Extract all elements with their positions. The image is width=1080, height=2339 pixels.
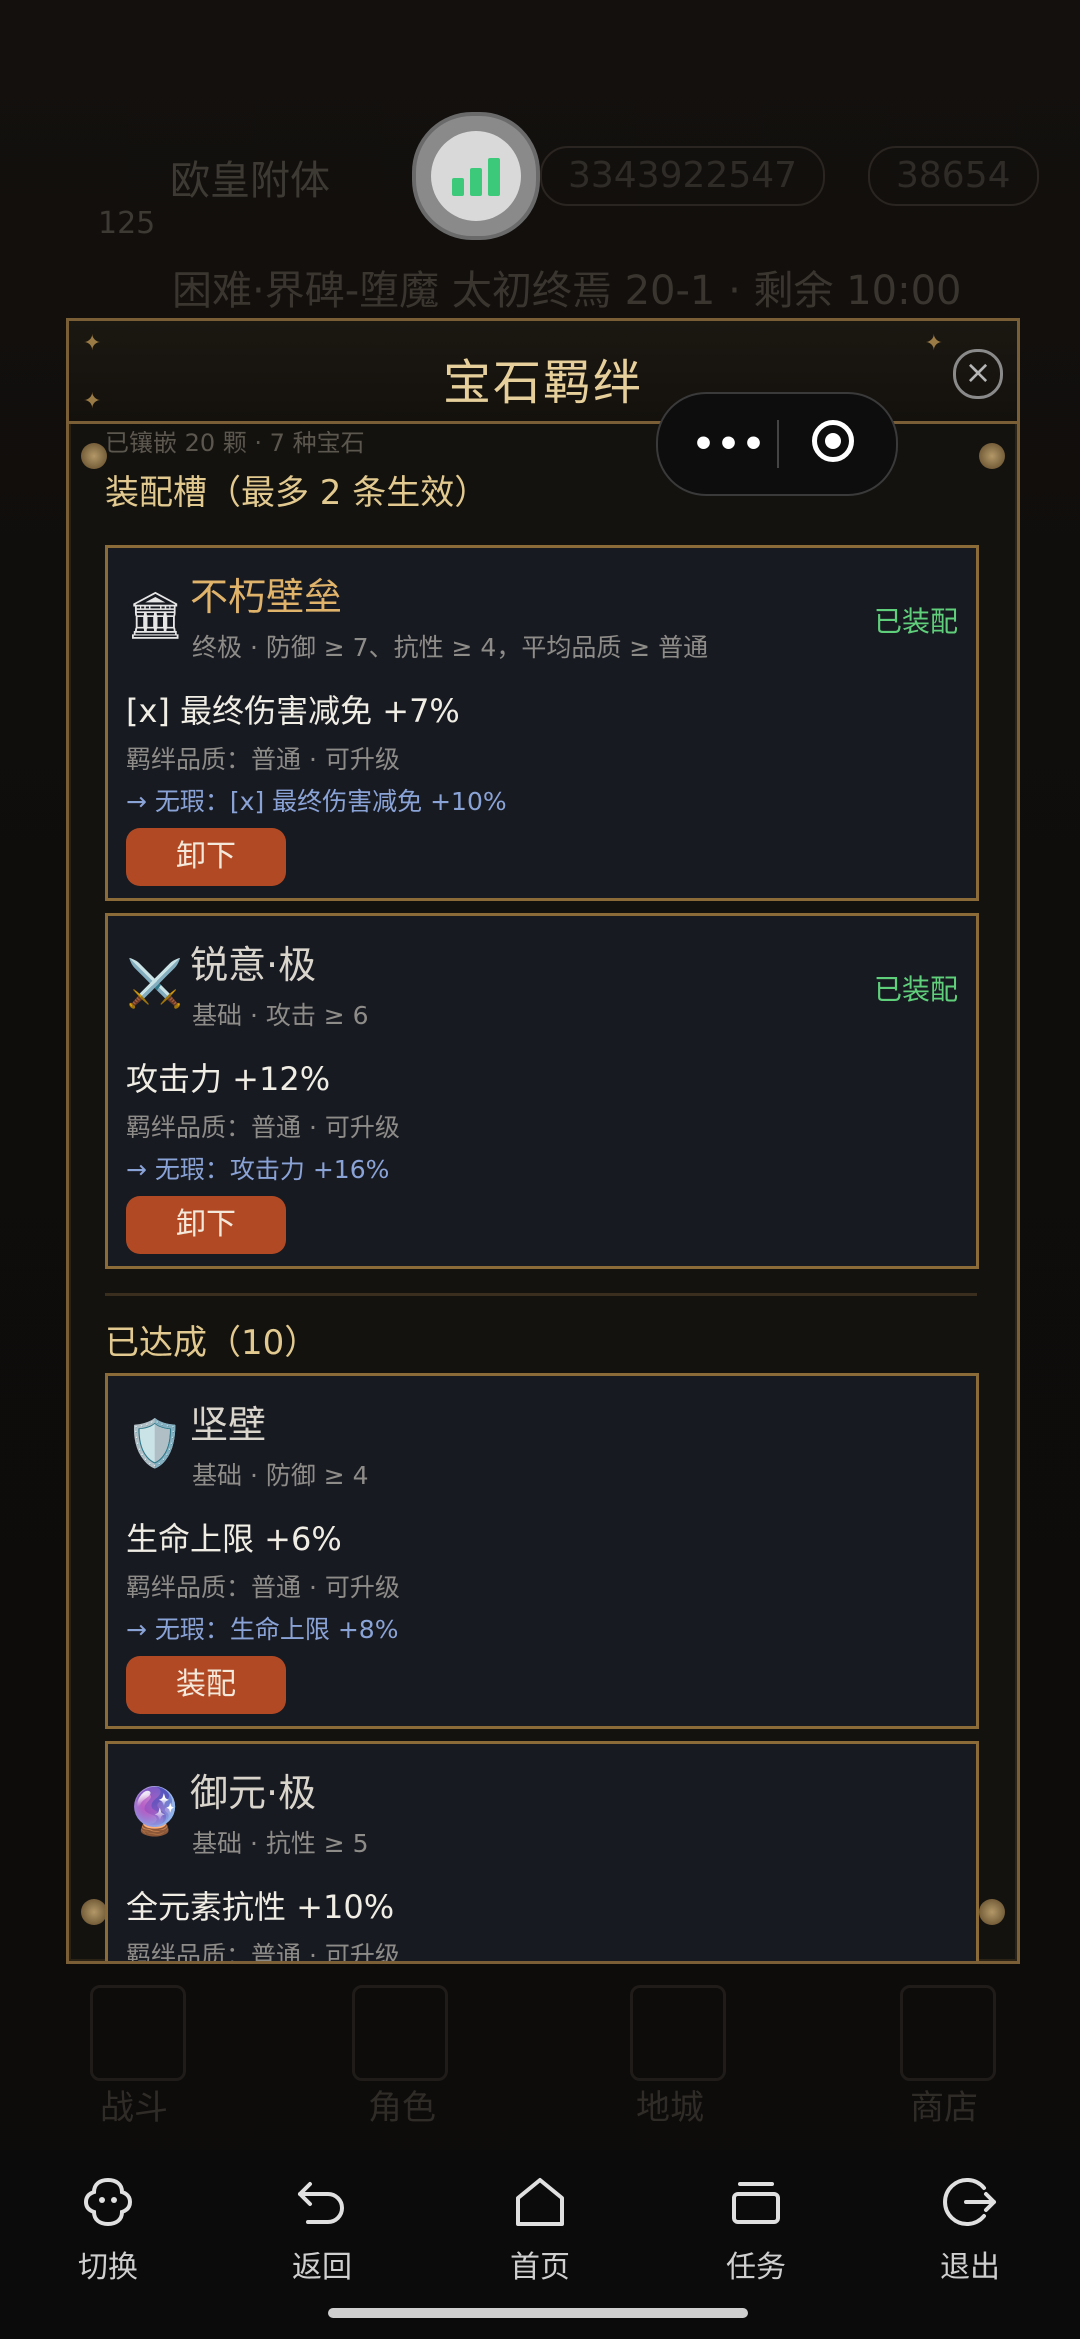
nav-dungeon: 地城: [636, 2088, 704, 2128]
bond-card-immortal-bastion: 🏛 不朽壁垒 终极 · 防御 ≥ 7、抗性 ≥ 4，平均品质 ≥ 普通 已装配 …: [105, 545, 979, 901]
shield-icon: 🛡️: [126, 1416, 184, 1470]
capsule-divider: [777, 420, 779, 468]
unequip-button[interactable]: 卸下: [126, 1196, 286, 1254]
rivet-icon: [81, 1899, 107, 1925]
section-divider: [105, 1293, 977, 1296]
equipped-status: 已装配: [873, 605, 958, 638]
bond-effect: [x] 最终伤害减免 +7%: [126, 692, 460, 730]
crossed-swords-icon: ⚔️: [126, 956, 184, 1010]
currency-gem: 38654: [868, 146, 1039, 206]
home-icon: [516, 2178, 564, 2226]
achieved-section-title: 已达成（10）: [105, 1323, 319, 1363]
close-miniprogram-icon[interactable]: [812, 420, 854, 462]
tasks-icon: [732, 2182, 780, 2224]
nav-battle: 战斗: [100, 2088, 168, 2128]
bond-card-keen-edge: ⚔️ 锐意·极 基础 · 攻击 ≥ 6 已装配 攻击力 +12% 羁绊品质：普通…: [105, 913, 979, 1269]
bond-list[interactable]: 已镶嵌 20 颗 · 7 种宝石 装配槽（最多 2 条生效） 🏛 不朽壁垒 终极…: [69, 431, 1017, 1961]
bond-effect: 攻击力 +12%: [126, 1060, 331, 1098]
miniprogram-capsule: •••: [656, 392, 898, 496]
nav-battle-icon: [90, 1985, 186, 2081]
bond-card-elemental-guard: 🔮 御元·极 基础 · 抗性 ≥ 5 全元素抗性 +10% 羁绊品质：普通 · …: [105, 1741, 979, 1961]
back-label: 返回: [292, 2250, 352, 2285]
rivet-icon: [81, 443, 107, 469]
exit-label: 退出: [940, 2250, 1000, 2285]
nav-dungeon-icon: [630, 1985, 726, 2081]
slots-section-title: 装配槽（最多 2 条生效）: [105, 473, 489, 513]
bond-requirement: 终极 · 防御 ≥ 7、抗性 ≥ 4，平均品质 ≥ 普通: [192, 633, 709, 662]
home-button[interactable]: 首页: [480, 2170, 600, 2286]
exit-icon: [943, 2178, 996, 2226]
gem-summary: 已镶嵌 20 颗 · 7 种宝石: [105, 431, 365, 457]
bond-name: 坚壁: [190, 1403, 267, 1447]
player-name: 欧皇附体: [170, 158, 330, 204]
bond-requirement: 基础 · 防御 ≥ 4: [192, 1461, 369, 1490]
equip-button[interactable]: 装配: [126, 1656, 286, 1714]
nav-shop: 商店: [910, 2088, 978, 2128]
currency-gold: 3343922547: [540, 146, 826, 206]
more-icon[interactable]: •••: [692, 424, 767, 465]
switch-label: 切换: [78, 2250, 138, 2285]
equipped-status: 已装配: [873, 973, 958, 1006]
switch-icon: [83, 2177, 133, 2227]
switch-button[interactable]: 切换: [48, 2170, 168, 2286]
bond-effect: 全元素抗性 +10%: [126, 1888, 395, 1926]
crystal-ball-icon: 🔮: [126, 1784, 184, 1838]
bond-upgrade: → 无瑕：生命上限 +8%: [126, 1615, 399, 1644]
gem-bond-modal: ✦ ✦ ✦ 宝石羁绊 × 已镶嵌 20 颗 · 7 种宝石 装配槽（最多 2 条…: [66, 318, 1020, 1964]
nav-character: 角色: [368, 2088, 436, 2128]
close-icon[interactable]: ×: [953, 349, 1003, 399]
bond-name: 不朽壁垒: [190, 575, 343, 619]
home-indicator[interactable]: [328, 2308, 748, 2318]
bond-quality: 羁绊品质：普通 · 可升级: [126, 1941, 400, 1961]
exit-button[interactable]: 退出: [910, 2170, 1030, 2286]
home-label: 首页: [510, 2250, 570, 2285]
bond-name: 锐意·极: [190, 943, 317, 987]
bond-requirement: 基础 · 抗性 ≥ 5: [192, 1829, 369, 1858]
bond-upgrade: → 无瑕：攻击力 +16%: [126, 1155, 390, 1184]
bond-quality: 羁绊品质：普通 · 可升级: [126, 1573, 400, 1602]
tasks-label: 任务: [726, 2250, 786, 2285]
nav-shop-icon: [900, 1985, 996, 2081]
bond-quality: 羁绊品质：普通 · 可升级: [126, 745, 400, 774]
rivet-icon: [979, 443, 1005, 469]
floating-stats-button[interactable]: [412, 112, 540, 240]
bond-upgrade: → 无瑕：[x] 最终伤害减免 +10%: [126, 787, 507, 816]
bond-name: 御元·极: [190, 1771, 317, 1815]
bar-chart-icon: [431, 131, 521, 221]
back-icon: [298, 2182, 344, 2224]
bond-effect: 生命上限 +6%: [126, 1520, 342, 1558]
temple-icon: 🏛: [126, 588, 185, 642]
bond-card-solid-wall: 🛡️ 坚壁 基础 · 防御 ≥ 4 生命上限 +6% 羁绊品质：普通 · 可升级…: [105, 1373, 979, 1729]
player-level: 125: [98, 206, 156, 241]
bond-requirement: 基础 · 攻击 ≥ 6: [192, 1001, 369, 1030]
rivet-icon: [979, 1899, 1005, 1925]
stage-info: 困难·界碑-堕魔 太初终焉 20-1 · 剩余 10:00: [172, 268, 962, 314]
back-button[interactable]: 返回: [262, 2170, 382, 2286]
bond-quality: 羁绊品质：普通 · 可升级: [126, 1113, 400, 1142]
unequip-button[interactable]: 卸下: [126, 828, 286, 886]
nav-character-icon: [352, 1985, 448, 2081]
tasks-button[interactable]: 任务: [696, 2170, 816, 2286]
